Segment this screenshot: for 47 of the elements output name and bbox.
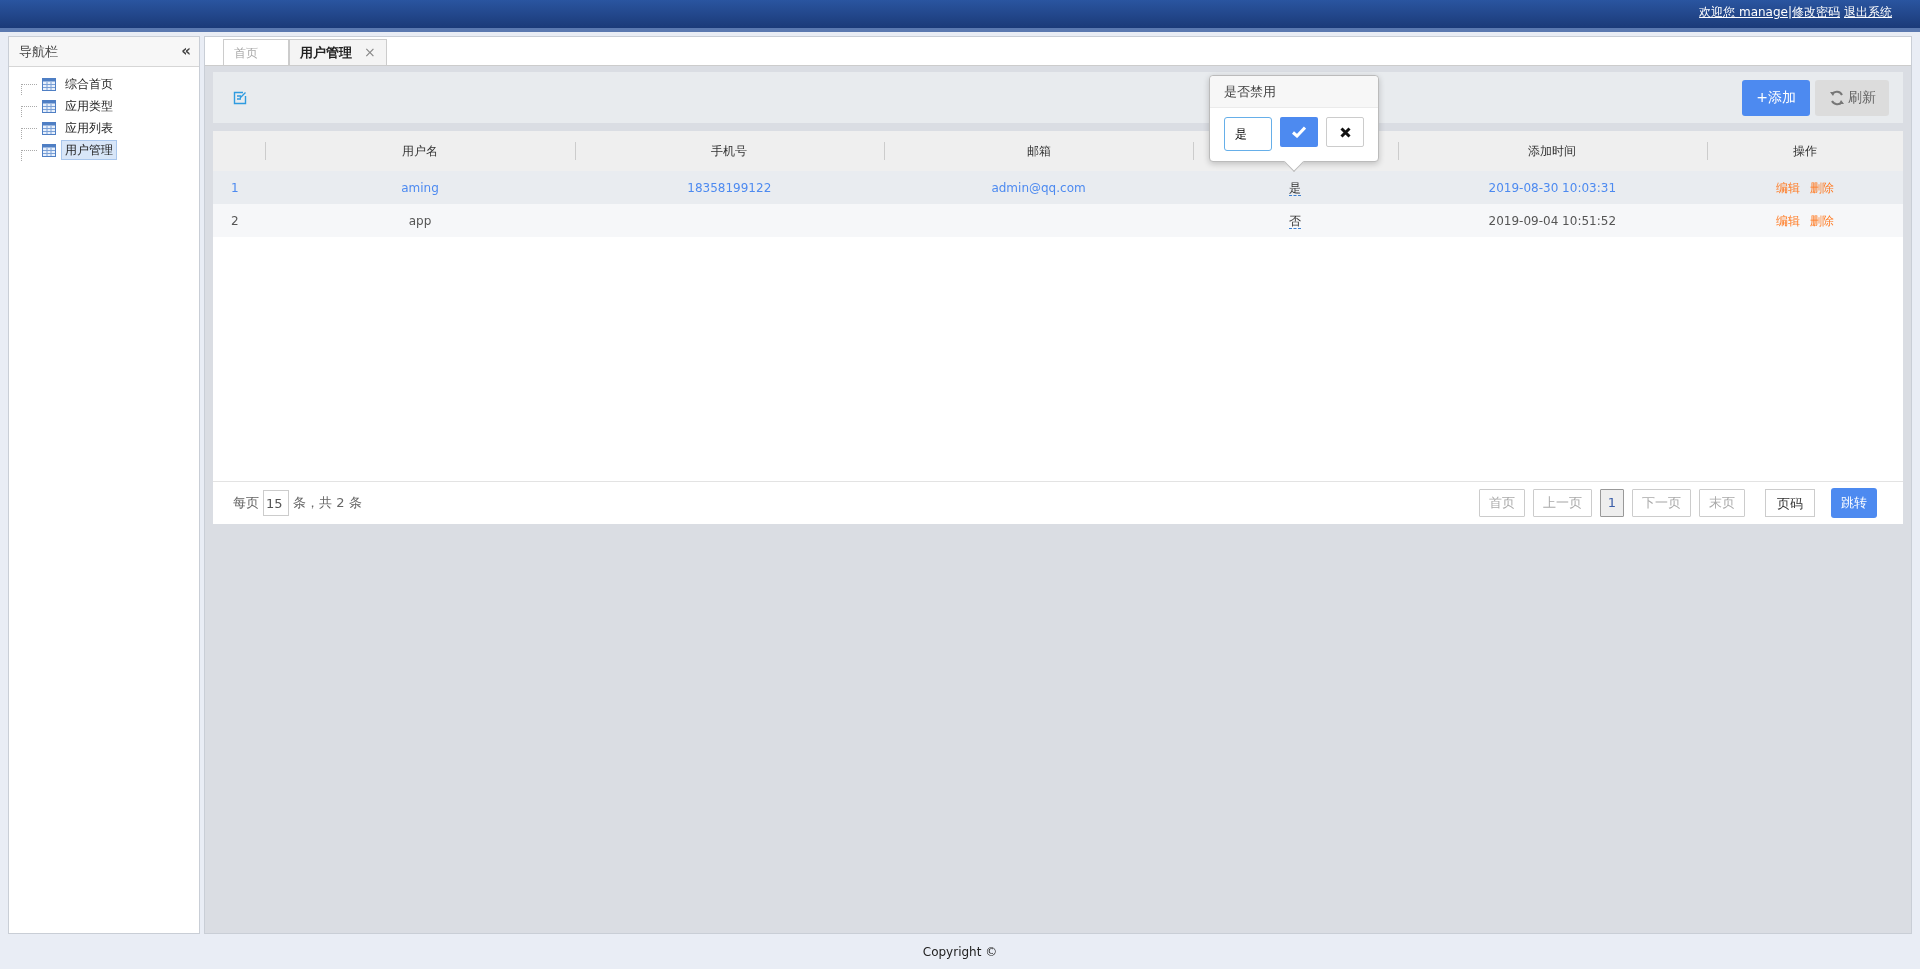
page-number-field[interactable]: 页码 [1765,489,1815,517]
table-icon [42,99,56,113]
row-number: 1 [231,180,239,195]
table-icon [42,143,56,157]
column-header: 操作 [1792,144,1817,158]
refresh-icon [1828,89,1845,106]
header-link[interactable]: 退出系统 [1844,3,1892,21]
separator-text: | [1787,4,1792,21]
copyright-text: Copyright © [922,943,998,961]
nav-item[interactable]: 综合首页 [61,74,117,94]
cancel-button[interactable] [1326,117,1364,147]
table-icon [42,121,56,135]
collapse-button[interactable]: « [181,40,191,63]
nav-item[interactable]: 用户管理 [61,140,117,160]
nav-item[interactable]: 应用类型 [61,96,117,116]
confirm-button[interactable] [1280,117,1318,147]
per-page-label: 每页 [233,494,259,513]
table-cell: 18358199122 [687,180,772,195]
tab[interactable]: 用户管理 × [289,39,387,65]
popover-title: 是否禁用 [1210,76,1378,108]
column-header: 手机号 [711,144,748,158]
editable-value[interactable]: 否 [1289,213,1302,229]
nav-item[interactable]: 应用列表 [61,118,117,138]
table-row[interactable]: 1 aming 18358199122 admin@qq.com 是 2019-08-30 10:03:31 编辑 删除 [213,171,1903,204]
header-link[interactable]: 修改密码 [1792,3,1840,21]
table-icon [42,77,56,91]
column-header: 用户名 [402,144,438,158]
per-page-field[interactable]: 15 [263,490,289,516]
total-count: 条，共 2 条 [293,494,362,513]
editable-value[interactable]: 是 [1289,180,1302,196]
refresh-button[interactable]: 刷新 [1815,79,1889,116]
table-cell: aming [401,180,439,195]
row-number: 2 [231,213,239,228]
sidebar-title: 导航栏 [19,42,58,61]
table-cell: admin@qq.com [991,180,1086,195]
table-cell: 2019-08-30 10:03:31 [1488,180,1616,195]
value-field[interactable]: 是 [1224,117,1272,151]
table-row[interactable]: 2 app 否 2019-09-04 10:51:52 编辑 删除 [213,204,1903,237]
column-header: 邮箱 [1026,144,1051,158]
table-cell: app [408,213,432,228]
check-icon [1292,126,1306,138]
column-header: 添加时间 [1528,144,1577,158]
edit-icon[interactable] [233,90,247,105]
table-cell: 2019-09-04 10:51:52 [1488,213,1616,228]
page-button[interactable]: 1 [1599,489,1624,517]
close-icon [1339,126,1351,138]
welcome-link[interactable]: 欢迎您 manage [1699,3,1788,21]
